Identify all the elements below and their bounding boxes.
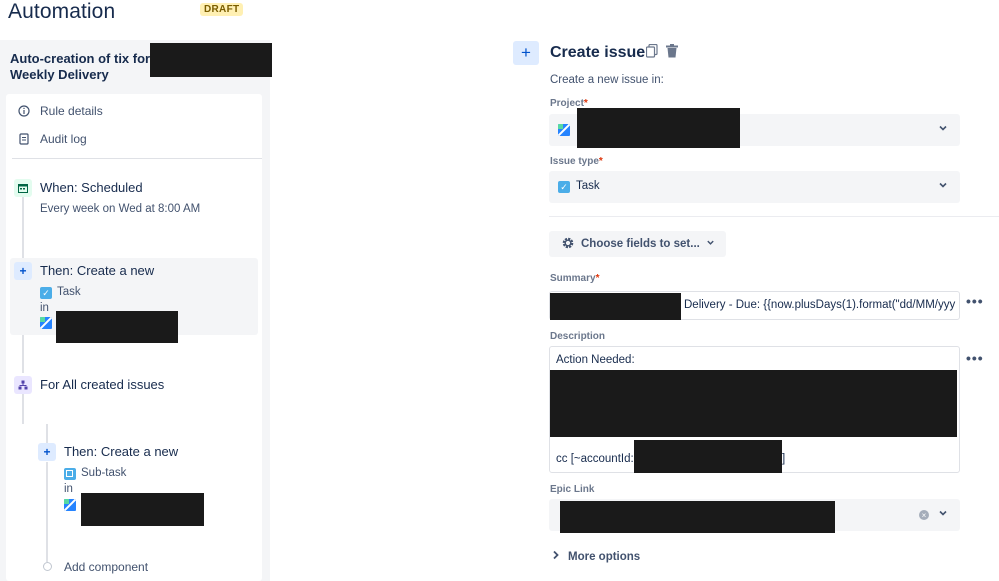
chevron-down-icon — [938, 180, 948, 193]
summary-field-label: Summary* — [550, 273, 599, 284]
trash-icon[interactable] — [666, 44, 680, 59]
epic-link-field-label: Epic Link — [550, 484, 595, 495]
description-line: Action Needed: — [556, 354, 635, 366]
redacted-block — [560, 501, 835, 533]
required-marker: * — [598, 156, 603, 167]
action-step-title[interactable]: Then: Create a new — [64, 444, 178, 459]
rule-name: Auto-creation of tix for Weekly Delivery — [10, 51, 151, 82]
redacted-block — [150, 43, 272, 77]
page-title: Automation — [8, 0, 116, 23]
more-options-toggle[interactable]: More options — [552, 550, 640, 563]
project-icon — [558, 124, 570, 136]
flow-connector — [22, 197, 24, 261]
plus-icon: + — [38, 443, 56, 461]
in-label: in — [40, 302, 49, 314]
divider — [549, 216, 999, 217]
more-actions-button[interactable]: ••• — [966, 350, 984, 366]
subtask-icon — [64, 468, 76, 480]
calendar-icon — [14, 179, 32, 197]
description-cc: cc [~accountId: — [556, 453, 634, 465]
gear-icon — [561, 236, 575, 253]
add-component-dot — [43, 562, 52, 571]
chevron-down-icon — [938, 508, 948, 521]
audit-log-label: Audit log — [40, 132, 87, 146]
required-marker: * — [595, 273, 600, 284]
choose-fields-label: Choose fields to set... — [581, 238, 700, 250]
issue-type-value: Task — [576, 180, 600, 192]
copy-icon[interactable] — [645, 43, 660, 59]
in-label: in — [64, 483, 73, 495]
redacted-block — [577, 108, 740, 148]
plus-icon: + — [14, 262, 32, 280]
issue-type-label: Sub-task — [81, 467, 127, 479]
redacted-block — [81, 493, 204, 526]
rule-details-item[interactable]: Rule details — [18, 104, 103, 118]
trigger-step[interactable]: When: Scheduled — [40, 180, 143, 195]
flow-connector — [46, 462, 48, 562]
panel-subtitle: Create a new issue in: — [550, 74, 664, 86]
flow-connector — [46, 424, 48, 444]
plus-icon[interactable]: + — [513, 41, 539, 65]
chevron-right-icon — [552, 550, 560, 563]
audit-log-item[interactable]: Audit log — [18, 132, 87, 146]
issue-type-label-text: Issue type — [550, 156, 599, 167]
more-options-label: More options — [568, 550, 641, 563]
task-icon: ✓ — [558, 181, 570, 193]
flow-connector — [22, 394, 24, 424]
chevron-down-icon — [938, 123, 948, 136]
status-badge: DRAFT — [200, 3, 244, 16]
redacted-block — [56, 311, 178, 343]
panel-title: Create issue — [550, 44, 646, 61]
branch-icon — [14, 376, 32, 394]
more-actions-button[interactable]: ••• — [966, 293, 984, 309]
summary-value: Delivery - Due: {{now.plusDays(1).format… — [684, 299, 956, 311]
divider — [12, 158, 262, 159]
add-component-button[interactable]: Add component — [64, 560, 148, 574]
document-icon — [18, 133, 30, 145]
summary-label-text: Summary — [550, 273, 596, 284]
redacted-block — [634, 440, 782, 473]
clear-icon[interactable]: × — [919, 510, 929, 520]
redacted-block — [550, 370, 957, 437]
task-icon: ✓ — [40, 287, 52, 299]
description-cc-end: ] — [782, 453, 786, 465]
project-icon — [40, 317, 52, 329]
description-field-label: Description — [550, 331, 606, 342]
issue-type-field-label: Issue type* — [550, 156, 603, 167]
issue-type-label: Task — [57, 286, 81, 298]
info-icon — [18, 105, 30, 117]
trigger-description: Every week on Wed at 8:00 AM — [40, 203, 201, 215]
branch-step[interactable]: For All created issues — [40, 377, 164, 392]
issue-type-select[interactable]: ✓ Task — [549, 171, 960, 203]
title-actions — [645, 43, 680, 59]
redacted-block — [550, 293, 681, 320]
project-icon — [64, 499, 76, 511]
choose-fields-button[interactable]: Choose fields to set... — [549, 231, 726, 257]
action-step-title: Then: Create a new — [40, 263, 155, 278]
chevron-down-icon — [706, 238, 715, 250]
rule-details-label: Rule details — [40, 104, 103, 118]
